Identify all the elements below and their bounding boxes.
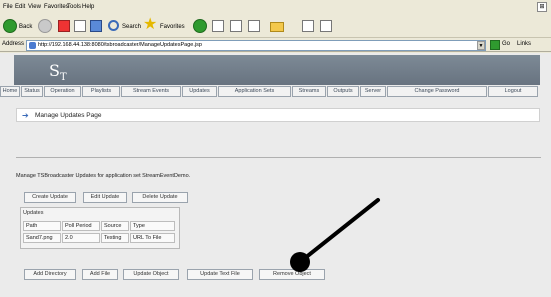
- browser-window: File Edit View Favorites Tools Help ⊞ Ba…: [0, 0, 551, 297]
- annotation-arrow: [290, 198, 380, 272]
- annotation-arrow-dot: [290, 252, 310, 272]
- annotation-arrow-line: [298, 198, 380, 264]
